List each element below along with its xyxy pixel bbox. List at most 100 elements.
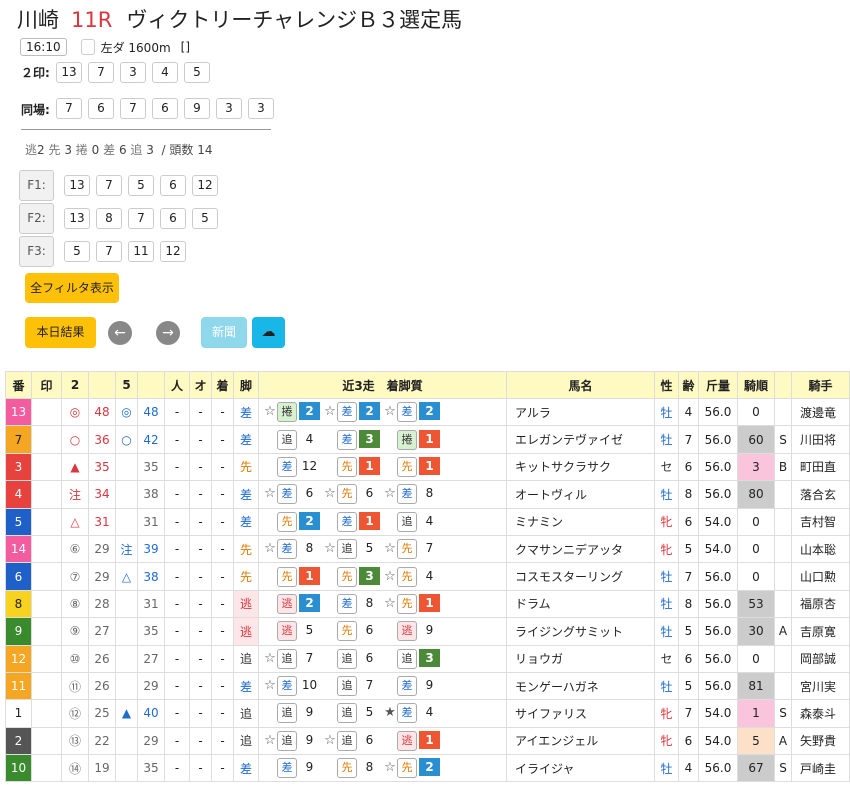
- jockey-name[interactable]: 山口勲: [791, 562, 850, 591]
- jockey-name[interactable]: 吉原寛: [791, 617, 850, 646]
- filter-1-num-2: 7: [96, 175, 122, 196]
- mark2-symbol: ○: [61, 425, 89, 454]
- jockey-name[interactable]: 矢野貴: [791, 726, 850, 756]
- mark-input-cell[interactable]: [31, 617, 62, 646]
- mark5-score: 29: [137, 726, 165, 756]
- finish: -: [211, 589, 234, 619]
- jockey-name[interactable]: 町田直: [791, 452, 850, 482]
- jockey-name[interactable]: 福原杏: [791, 589, 850, 619]
- jockey-grade: [774, 644, 792, 673]
- mark-input-cell[interactable]: [31, 726, 62, 756]
- finish: -: [211, 425, 234, 454]
- horse-name[interactable]: エレガンテヴァイゼ: [506, 425, 655, 454]
- marks2-numbers: 13 7 3 4 5: [56, 62, 216, 83]
- jockey-name[interactable]: 渡邊竜: [791, 397, 850, 427]
- cloud-download-icon[interactable]: ☁: [252, 317, 285, 348]
- jockey-name[interactable]: 宮川実: [791, 671, 850, 701]
- filter-button-3[interactable]: F3:: [19, 236, 54, 267]
- star-icon: ☆: [264, 678, 276, 694]
- show-all-filters-button[interactable]: 全フィルタ表示: [25, 273, 119, 303]
- finish-rank: 5: [305, 623, 314, 638]
- jockey-rank: 0: [737, 644, 775, 673]
- finish-rank: 3: [359, 566, 380, 585]
- jockey-name[interactable]: 吉村智: [791, 507, 850, 536]
- mark5-score: 31: [137, 507, 165, 536]
- jockey-name[interactable]: 山本聡: [791, 534, 850, 564]
- column-header-12: 性: [654, 371, 679, 399]
- horse-name[interactable]: オートヴィル: [506, 480, 655, 509]
- jockey-grade: B: [774, 452, 792, 482]
- horse-name[interactable]: クマサンニデアッタ: [506, 534, 655, 564]
- mark-input-cell[interactable]: [31, 699, 62, 728]
- age: 7: [678, 562, 699, 591]
- horse-name[interactable]: アイエンジェル: [506, 726, 655, 756]
- finish-rank: 2: [299, 402, 320, 421]
- horse-name[interactable]: モンゲーハガネ: [506, 671, 655, 701]
- column-header-17: 騎手: [791, 371, 850, 399]
- mark-input-cell[interactable]: [31, 452, 62, 482]
- table-row: 13 ◎ 48 ◎ 48- - - 差 ☆ 捲 2 ☆ 差 2 ☆ 差 2 アルラ牡 4 56.0 0 渡邊竜: [5, 397, 850, 427]
- recent-runs: 差 12 先 1 先 1: [258, 452, 507, 482]
- mark5-symbol: [115, 617, 138, 646]
- newspaper-button[interactable]: 新聞: [201, 317, 247, 348]
- recent-run-1: 差9: [263, 758, 323, 779]
- weight: 56.0: [698, 644, 738, 673]
- run-style-badge: 逃: [397, 730, 417, 751]
- sex: セ: [654, 644, 679, 673]
- option-checkbox[interactable]: [80, 39, 95, 55]
- table-row: 8 ⑧ 28 31- - - 逃逃 2 差 8 ☆ 先 1 ドラム牡 8 56.0 53 福原杏: [5, 589, 850, 619]
- horse-name[interactable]: イライジャ: [506, 754, 655, 783]
- jockey-name[interactable]: 戸崎圭: [791, 754, 850, 783]
- filter-2-num-2: 8: [96, 208, 122, 229]
- mark-input-cell[interactable]: [31, 425, 62, 454]
- next-arrow-icon[interactable]: →: [156, 321, 180, 345]
- horse-name[interactable]: リョウガ: [506, 644, 655, 673]
- jockey-rank: 1: [737, 699, 775, 728]
- prev-arrow-icon[interactable]: ←: [108, 321, 132, 345]
- mark-input-cell[interactable]: [31, 534, 62, 564]
- horse-name[interactable]: コスモスターリング: [506, 562, 655, 591]
- mark2-symbol: ⑬: [61, 726, 89, 756]
- horse-name[interactable]: ライジングサミット: [506, 617, 655, 646]
- horse-name[interactable]: キットサクラサク: [506, 452, 655, 482]
- table-row: 2 ⑬ 22 29- - - 追 ☆ 追 9 ☆ 追 6 逃 1 アイエンジェル牝 6 54.0 5 A 矢野貴: [5, 726, 850, 756]
- mark-input-cell[interactable]: [31, 589, 62, 619]
- popularity: -: [164, 617, 190, 646]
- star-icon: ☆: [384, 760, 396, 776]
- star-icon: ☆: [264, 486, 276, 502]
- finish-rank: 1: [359, 511, 380, 530]
- horse-name[interactable]: サイファリス: [506, 699, 655, 728]
- jockey-name[interactable]: 川田将: [791, 425, 850, 454]
- nige-label: 逃: [25, 143, 38, 157]
- jockey-name[interactable]: 落合玄: [791, 480, 850, 509]
- mark2-symbol: ▲: [61, 452, 89, 482]
- mark-input-cell[interactable]: [31, 671, 62, 701]
- jockey-name[interactable]: 森泰斗: [791, 699, 850, 728]
- finish-rank: 9: [305, 760, 314, 775]
- recent-runs: ☆ 捲 2 ☆ 差 2 ☆ 差 2: [258, 397, 507, 427]
- finish-rank: 12: [301, 458, 318, 473]
- filter-1-num-3: 5: [128, 175, 154, 196]
- mark-input-cell[interactable]: [31, 480, 62, 509]
- mark-input-cell[interactable]: [31, 397, 62, 427]
- horse-name[interactable]: アルラ: [506, 397, 655, 427]
- jockey-grade: S: [774, 754, 792, 783]
- column-header-3: [88, 371, 116, 399]
- horse-name[interactable]: ミナミン: [506, 507, 655, 536]
- weight: 54.0: [698, 726, 738, 756]
- filter-button-1[interactable]: F1:: [19, 170, 54, 201]
- mark2-symbol: ⑭: [61, 754, 89, 783]
- recent-runs: 差 9 先 8 ☆ 先 2: [258, 754, 507, 783]
- horse-name[interactable]: ドラム: [506, 589, 655, 619]
- mark-input-cell[interactable]: [31, 754, 62, 783]
- finish: -: [211, 480, 234, 509]
- today-results-button[interactable]: 本日結果: [25, 317, 96, 348]
- age: 6: [678, 452, 699, 482]
- filter-button-2[interactable]: F2:: [19, 203, 54, 234]
- mark-input-cell[interactable]: [31, 644, 62, 673]
- mark5-symbol: ○: [115, 425, 138, 454]
- jockey-name[interactable]: 岡部誠: [791, 644, 850, 673]
- mark-input-cell[interactable]: [31, 507, 62, 536]
- recent-run-1: 追4: [263, 429, 323, 450]
- mark-input-cell[interactable]: [31, 562, 62, 591]
